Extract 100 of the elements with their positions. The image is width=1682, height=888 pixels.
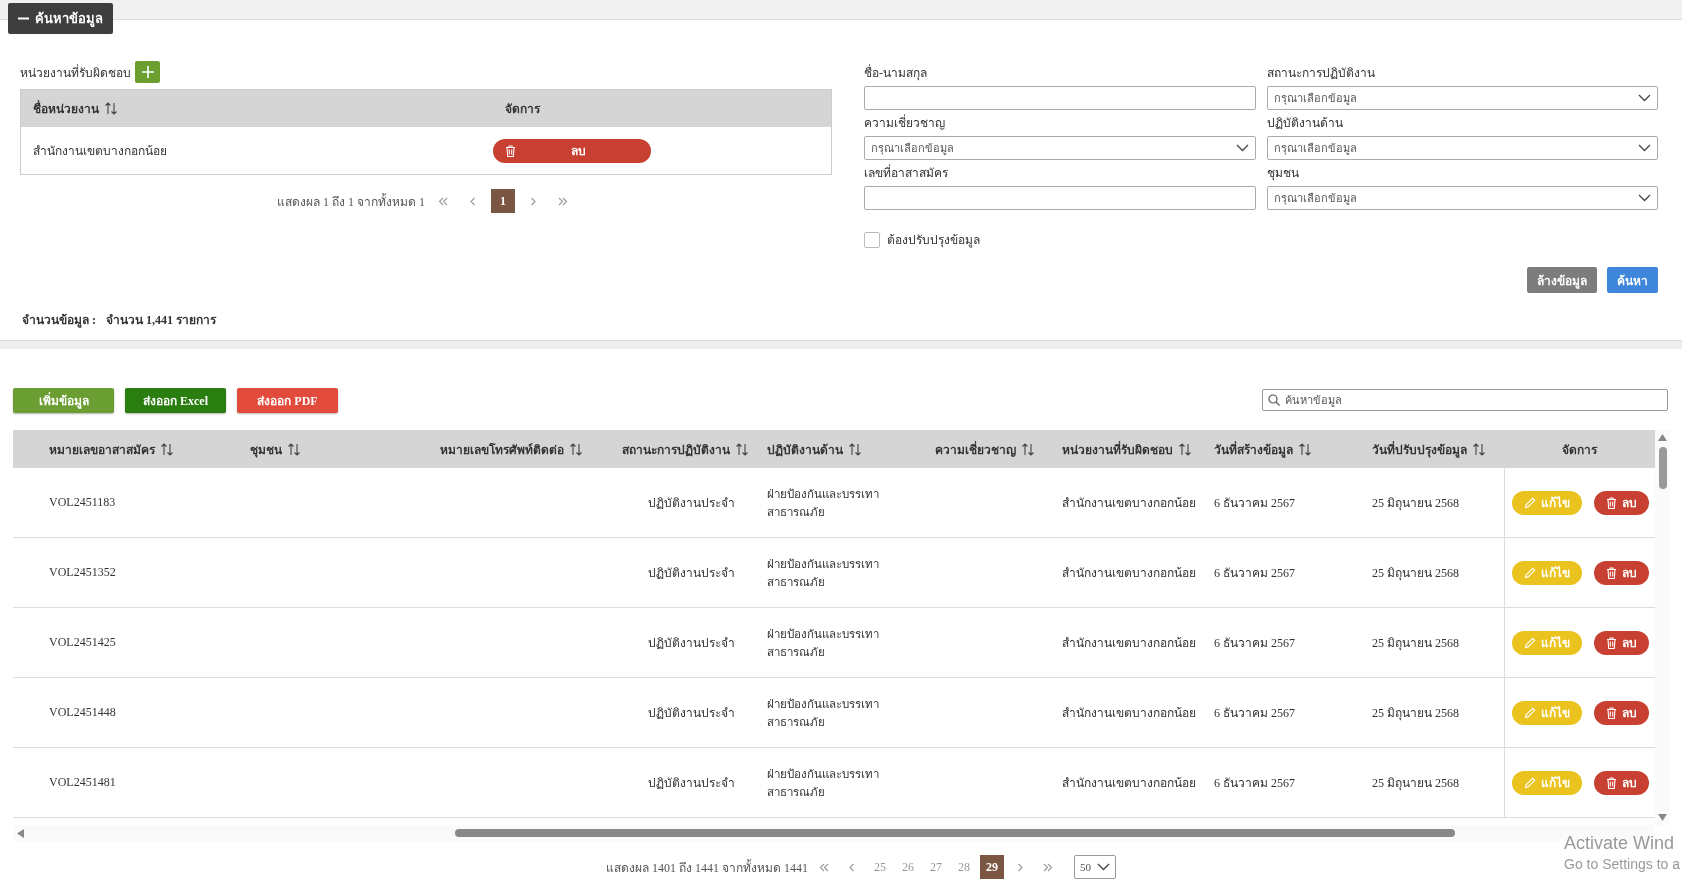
column-header: ชื่อหน่วยงาน [33,99,99,118]
table-cell: VOL2451448 [49,705,116,719]
sort-icon[interactable] [1179,442,1191,456]
column-header: จัดการ [1562,441,1597,459]
page-number[interactable]: 1 [491,189,515,213]
sort-icon[interactable] [570,442,582,456]
table-cell: ปฏิบัติงานประจำ [648,776,735,790]
chevron-down-icon [1235,144,1249,152]
table-cell: ฝ่ายป้องกันและบรรเทาสาธารณภัย [767,487,879,518]
table-cell: VOL2451352 [49,565,116,579]
table-cell: 25 มิถุนายน 2568 [1372,776,1459,790]
pencil-icon [1523,706,1536,719]
table-cell: สำนักงานเขตบางกอกน้อย [1062,776,1196,790]
scroll-down-icon[interactable] [1658,814,1667,821]
pencil-icon [1523,566,1536,579]
column-header: วันที่ปรับปรุงข้อมูล [1372,440,1467,459]
sort-icon[interactable] [105,102,117,115]
table-cell: ฝ่ายป้องกันและบรรเทาสาธารณภัย [767,627,879,658]
scroll-thumb[interactable] [455,829,1455,837]
scroll-left-icon[interactable] [17,829,24,838]
delete-button[interactable]: ลบ [1593,630,1649,655]
count-value: จำนวน 1,441 รายการ [106,312,216,329]
delete-button[interactable]: ลบ [1593,700,1649,725]
sort-icon[interactable] [288,442,300,456]
last-page-icon [1043,862,1053,872]
page-size-select[interactable]: 50 [1074,855,1116,879]
search-field[interactable]: ค้นหาข้อมูล [1262,389,1668,411]
input-field[interactable] [864,186,1256,210]
sort-icon[interactable] [736,442,748,456]
table-cell: สำนักงานเขตบางกอกน้อย [1062,706,1196,720]
sort-icon[interactable] [161,442,173,456]
scroll-up-icon[interactable] [1658,434,1667,441]
table-cell: 25 มิถุนายน 2568 [1372,566,1459,580]
sort-icon[interactable] [1299,442,1311,456]
pencil-icon [1523,776,1536,789]
page-number[interactable]: 27 [924,855,948,879]
delete-button[interactable]: ลบ [1593,770,1649,795]
next-page-icon [528,196,538,206]
field-label: ชื่อ-นามสกุล [864,63,928,83]
pagination-summary: แสดงผล 1 ถึง 1 จากทั้งหมด 1 [277,192,425,211]
select-field[interactable]: กรุณาเลือกข้อมูล [864,136,1256,160]
search-button[interactable]: ค้นหา [1607,267,1658,293]
delete-button[interactable]: ลบ [493,138,651,163]
table-cell: 6 ธันวาคม 2567 [1214,636,1295,650]
trash-icon [1605,776,1617,789]
field-label: ความเชี่ยวชาญ [864,113,946,132]
page-number[interactable]: 25 [868,855,892,879]
vertical-scrollbar[interactable] [1655,430,1670,825]
column-header: หน่วยงานที่รับผิดชอบ [1062,440,1173,459]
table-cell: 6 ธันวาคม 2567 [1214,706,1295,720]
chevron-down-icon [1638,194,1651,202]
add-button[interactable]: เพิ่มข้อมูล [13,387,114,413]
column-header: สถานะการปฏิบัติงาน [622,441,730,459]
first-page-icon [819,862,829,872]
pencil-icon [1523,496,1536,509]
select-field[interactable]: กรุณาเลือกข้อมูล [1266,86,1658,110]
export-button[interactable]: ส่งออก Excel [125,387,226,413]
trash-icon [1605,706,1617,719]
page-number[interactable]: 28 [952,855,976,879]
trash-icon [1605,566,1617,579]
clear-button[interactable]: ล้างข้อมูล [1527,267,1597,293]
export-button[interactable]: ส่งออก PDF [237,387,338,413]
column-header: หมายเลขโทรศัพท์ติดต่อ [440,441,564,459]
sort-icon[interactable] [1473,442,1485,456]
search-toggle-tab[interactable]: ค้นหาข้อมูล [8,3,113,34]
table-cell: ฝ่ายป้องกันและบรรเทาสาธารณภัย [767,767,879,798]
table-cell: VOL2451183 [49,495,116,509]
delete-button[interactable]: ลบ [1593,490,1649,515]
sort-icon[interactable] [849,442,861,456]
sort-icon[interactable] [1022,442,1034,456]
trash-icon [1605,636,1617,649]
delete-button[interactable]: ลบ [1593,560,1649,585]
plus-icon [141,66,154,78]
table-cell: สำนักงานเขตบางกอกน้อย [1062,496,1196,510]
column-header: จัดการ [505,101,540,118]
input-field[interactable] [864,86,1256,110]
field-label: เลขที่อาสาสมัคร [864,163,949,182]
table-cell: 25 มิถุนายน 2568 [1372,706,1459,720]
column-header: วันที่สร้างข้อมูล [1214,440,1293,459]
select-field[interactable]: กรุณาเลือกข้อมูล [1266,186,1658,210]
column-header: ชุมชน [250,441,282,459]
table-cell: ปฏิบัติงานประจำ [648,706,735,720]
checkbox[interactable] [864,231,880,248]
page-number[interactable]: 26 [896,855,920,879]
field-label: ปฏิบัติงานด้าน [1266,115,1344,132]
previous-page-icon [847,862,857,872]
column-header: ปฏิบัติงานด้าน [767,441,843,459]
select-field[interactable]: กรุณาเลือกข้อมูล [1266,136,1658,160]
table-cell: VOL2451481 [49,775,116,789]
table-cell: สำนักงานเขตบางกอกน้อย [1062,566,1196,580]
scroll-thumb[interactable] [1659,447,1667,489]
table-cell: ปฏิบัติงานประจำ [648,636,735,650]
pencil-icon [1523,636,1536,649]
activation-notice-title: Activate Wind [1564,833,1676,854]
page-number[interactable]: 29 [980,855,1004,879]
table-cell: ปฏิบัติงานประจำ [648,496,735,510]
add-unit-button[interactable] [135,61,160,83]
next-page-icon [1015,862,1025,872]
checkbox-label: ต้องปรับปรุงข้อมูล [887,232,980,249]
field-label: ชุมชน [1266,165,1300,183]
